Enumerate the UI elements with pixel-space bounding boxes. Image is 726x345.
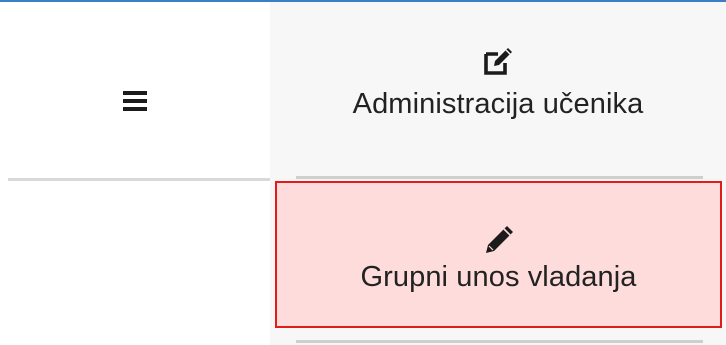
side-menu-panel: Administracija učenika Grupni unos vlada… xyxy=(270,2,726,345)
edit-icon xyxy=(484,48,512,75)
hamburger-menu-icon-glyph xyxy=(123,91,147,111)
menu-divider xyxy=(296,340,703,343)
menu-divider xyxy=(296,176,703,179)
menu-item-administracija-ucenika[interactable]: Administracija učenika xyxy=(270,42,726,178)
menu-item-grupni-unos-vladanja[interactable]: Grupni unos vladanja xyxy=(275,181,722,328)
menu-item-label: Administracija učenika xyxy=(352,88,644,120)
hamburger-menu-icon[interactable] xyxy=(118,86,152,116)
left-panel xyxy=(0,2,270,345)
menu-item-label: Grupni unos vladanja xyxy=(360,261,637,293)
left-divider xyxy=(8,178,270,181)
pencil-icon xyxy=(485,226,513,253)
